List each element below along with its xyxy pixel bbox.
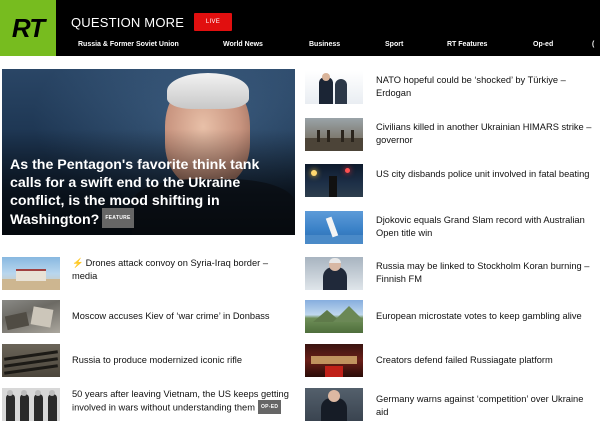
nav-rt-features[interactable]: RT Features — [447, 41, 487, 48]
nav-world-news[interactable]: World News — [223, 41, 263, 48]
story-thumbnail[interactable] — [305, 164, 363, 197]
story-headline[interactable]: Moscow accuses Kiev of ‘war crime’ in Do… — [72, 310, 300, 323]
nav-op-ed[interactable]: Op-ed — [533, 41, 553, 48]
hero-image-hair — [167, 73, 249, 109]
story-thumbnail[interactable] — [2, 344, 60, 377]
story-thumbnail[interactable] — [305, 211, 363, 244]
story-thumbnail[interactable] — [305, 118, 363, 151]
nav-truncated[interactable]: ( — [592, 41, 594, 48]
nav-sport[interactable]: Sport — [385, 41, 403, 48]
lightning-bolt-icon: ⚡ — [72, 258, 84, 268]
story-headline[interactable]: European microstate votes to keep gambli… — [376, 310, 598, 323]
story-thumbnail[interactable] — [305, 71, 363, 104]
live-button[interactable]: LIVE — [194, 13, 232, 31]
story-thumbnail[interactable] — [305, 300, 363, 333]
nav-russia-former-soviet-union[interactable]: Russia & Former Soviet Union — [78, 41, 179, 48]
hero-story[interactable]: As the Pentagon's favorite think tank ca… — [2, 69, 295, 235]
hero-headline[interactable]: As the Pentagon's favorite think tank ca… — [10, 156, 292, 230]
site-header: RT QUESTION MORE LIVE Russia & Former So… — [0, 0, 600, 56]
story-headline[interactable]: 50 years after leaving Vietnam, the US k… — [72, 388, 298, 415]
story-headline[interactable]: Creators defend failed Russiagate platfo… — [376, 354, 598, 367]
slogan: QUESTION MORE — [71, 15, 185, 30]
story-thumbnail[interactable] — [2, 257, 60, 290]
story-thumbnail[interactable] — [2, 388, 60, 421]
op-ed-badge: OP-ED — [257, 399, 282, 414]
logo-text: RT — [11, 12, 45, 43]
story-headline[interactable]: Russia to produce modernized iconic rifl… — [72, 354, 294, 367]
story-headline[interactable]: ⚡ Drones attack convoy on Syria-Iraq bord… — [72, 257, 294, 282]
main-nav: Russia & Former Soviet Union World News … — [0, 41, 600, 53]
story-headline[interactable]: Djokovic equals Grand Slam record with A… — [376, 214, 598, 239]
story-headline[interactable]: NATO hopeful could be ‘shocked’ by Türki… — [376, 74, 598, 99]
story-headline[interactable]: US city disbands police unit involved in… — [376, 168, 598, 181]
story-headline[interactable]: Germany warns against ‘competition’ over… — [376, 393, 598, 418]
hero-headline-text: As the Pentagon's favorite think tank ca… — [10, 157, 260, 228]
story-thumbnail[interactable] — [2, 300, 60, 333]
story-headline[interactable]: Civilians killed in another Ukrainian HI… — [376, 121, 598, 146]
story-thumbnail[interactable] — [305, 388, 363, 421]
story-thumbnail[interactable] — [305, 257, 363, 290]
feature-badge: FEATURE — [102, 208, 134, 228]
nav-business[interactable]: Business — [309, 41, 340, 48]
story-thumbnail[interactable] — [305, 344, 363, 377]
story-headline[interactable]: Russia may be linked to Stockholm Koran … — [376, 260, 598, 285]
